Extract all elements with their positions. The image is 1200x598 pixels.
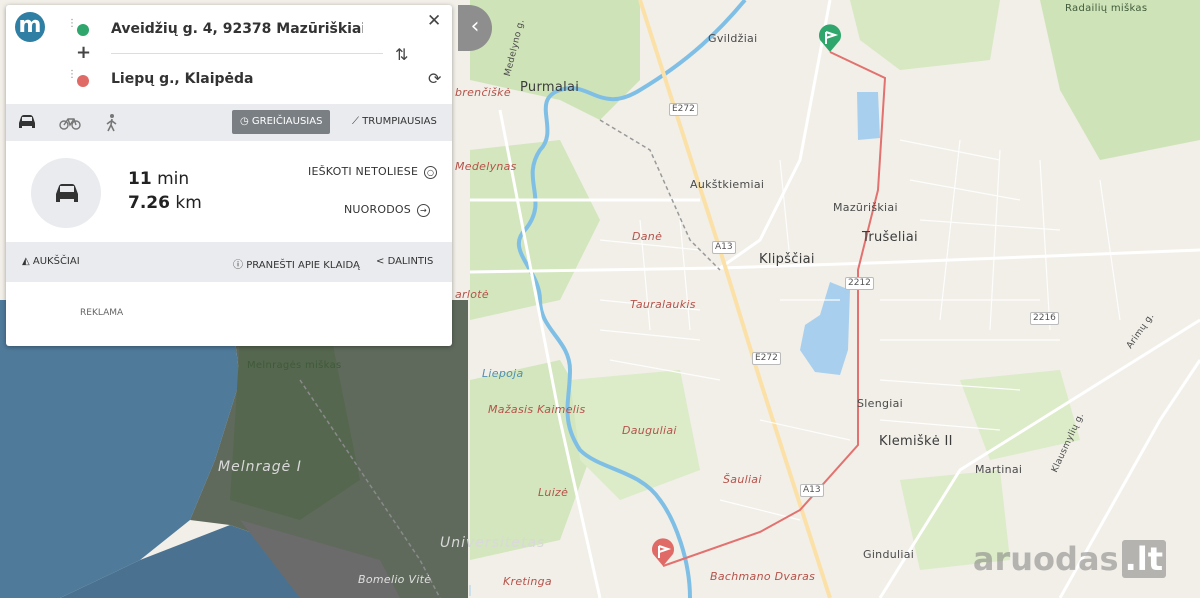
map-place-label: Melnragė I (218, 459, 302, 475)
duration: 11 min (128, 169, 190, 189)
divider (111, 53, 383, 54)
close-button[interactable]: ✕ (427, 11, 441, 31)
car-icon (56, 184, 78, 202)
map-place-label: Martinai (975, 463, 1023, 476)
info-icon: ⓘ (233, 260, 247, 271)
car-badge (31, 158, 101, 228)
road-number-label: 2216 (1030, 312, 1059, 325)
map-place-label: Bachmano Dvaras (710, 570, 816, 583)
swap-button[interactable]: ⇅ (395, 45, 408, 64)
map-place-label: Gvildžiai (708, 32, 758, 45)
map-place-label: Klipščiai (759, 252, 815, 267)
shortest-button[interactable]: ⟋ TRUMPIAUSIAS (344, 110, 445, 134)
map-place-label: Šauliai (723, 473, 762, 486)
origin-field[interactable]: Aveidžių g. 4, 92378 Mazūriškiai, Sendv (111, 21, 363, 37)
car-icon[interactable] (17, 114, 37, 130)
map-place-label: Luizė (538, 486, 569, 499)
map-place-label: Aukštkiemiai (690, 178, 765, 191)
map-place-label: arlotė (455, 288, 489, 301)
share-button[interactable]: < DALINTIS (376, 256, 433, 267)
elevation-button[interactable]: ◭ AUKŠČIAI (22, 256, 80, 267)
ad-label: REKLAMA (80, 308, 124, 318)
road-number-label: E272 (669, 103, 698, 116)
distance: 7.26 km (128, 193, 202, 213)
map-place-label: Mazūriškiai (833, 201, 898, 214)
road-number-label: E272 (752, 352, 781, 365)
road-number-label: A13 (712, 241, 736, 254)
road-number-label: A13 (800, 484, 824, 497)
road-number-label: 2212 (845, 277, 874, 290)
fastest-button[interactable]: ◷ GREIČIAUSIAS (232, 110, 331, 134)
search-nearby-button[interactable]: IEŠKOTI NETOLIESE ○ (308, 165, 438, 179)
map-place-label: Klemiškė II (879, 434, 953, 449)
map-place-label: Ginduliai (863, 548, 915, 561)
mode-bar: ◷ GREIČIAUSIAS ⟋ TRUMPIAUSIAS (6, 104, 452, 141)
map-place-label: Trušeliai (862, 230, 918, 245)
add-waypoint-button[interactable]: + (76, 42, 91, 63)
destination-field[interactable]: Liepų g., Klaipėda (111, 71, 254, 87)
walk-icon[interactable] (105, 113, 119, 133)
report-error-button[interactable]: ⓘ PRANEŠTI APIE KLAIDĄ (233, 256, 360, 271)
clock-icon: ◷ (240, 116, 252, 127)
footer-bar: ◭ AUKŠČIAI ⓘ PRANEŠTI APIE KLAIDĄ < DALI… (6, 242, 452, 282)
map-place-label: Universitetas (440, 535, 546, 551)
share-icon: < (376, 256, 388, 267)
map-place-label: Medelynas (455, 160, 517, 173)
start-flag-icon (77, 24, 89, 36)
watermark-logo: aruodas .lt (973, 540, 1166, 578)
map-place-label: Danė (632, 230, 663, 243)
bike-icon[interactable] (59, 116, 81, 130)
drag-handle-icon[interactable]: ⋮ (67, 19, 77, 29)
directions-button[interactable]: NUORODOS → (344, 203, 430, 217)
map-place-label: Melnragės miškas (247, 360, 342, 371)
map-place-label: Dauguliai (622, 424, 677, 437)
map-place-label: Slengiai (857, 397, 904, 410)
map-place-label: Tauralaukis (630, 298, 696, 311)
arrow-icon: → (416, 203, 430, 217)
search-icon: ○ (424, 165, 438, 179)
map-place-label: Kretinga (503, 575, 552, 588)
ruler-icon: ⟋ (352, 116, 363, 127)
route-panel: m ⋮ Aveidžių g. 4, 92378 Mazūriškiai, Se… (6, 5, 452, 346)
end-flag-icon (77, 75, 89, 87)
refresh-icon[interactable]: ⟳ (428, 69, 441, 88)
drag-handle-icon[interactable]: ⋮ (67, 70, 77, 80)
map-place-label: Mažasis Kaimelis (488, 403, 586, 416)
map-place-label: Purmalai (520, 80, 580, 95)
map-place-label: Liepoja (482, 367, 524, 380)
map-place-label: brenčiškė (455, 86, 511, 99)
map-place-label: Radailių miškas (1065, 3, 1148, 14)
logo: m (15, 12, 45, 42)
mountain-icon: ◭ (22, 256, 33, 267)
map-place-label: Bomelio Vitė (358, 573, 432, 586)
